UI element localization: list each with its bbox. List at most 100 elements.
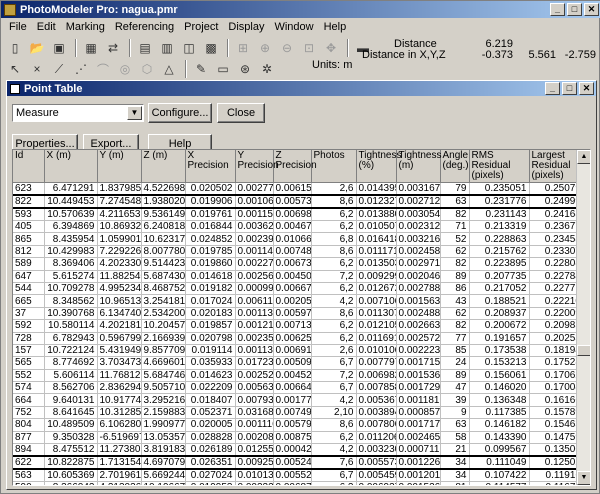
table-row[interactable]: 8948.47551211.2738073.8191830.0261890.01… bbox=[13, 443, 590, 457]
measure-distance-icon[interactable]: ▭ bbox=[213, 60, 233, 78]
zoom-in-icon[interactable]: ⊕ bbox=[255, 39, 275, 57]
open-folder-icon[interactable]: 📂 bbox=[27, 39, 47, 57]
table-cell: 0.001536 bbox=[396, 369, 441, 383]
table-row[interactable]: 593 10.570639 4.211653 9.536149 0.019761 0.00… bbox=[13, 208, 590, 221]
table-row[interactable]: 5525.60611411.7681275.6847460.0146230.00… bbox=[13, 369, 590, 383]
table-cell: 0.146020 bbox=[469, 381, 530, 395]
table-row[interactable]: 563 10.605369 2.701961 5.669244 0.027024 0.01… bbox=[13, 469, 590, 483]
table-row[interactable]: 623 6.471291 1.837985 4.522698 0.020502 0.002… bbox=[13, 182, 590, 196]
column-header[interactable]: Angle (deg.) bbox=[440, 150, 470, 183]
table-row[interactable]: 6475.61527411.8825405.6874300.0146180.00… bbox=[13, 270, 590, 283]
scroll-thumb[interactable] bbox=[577, 345, 590, 356]
table-row[interactable]: 6658.34856210.9651363.2541810.0170240.00… bbox=[13, 294, 590, 308]
column-header[interactable]: Y (m) bbox=[97, 150, 142, 183]
table-row[interactable]: 622 10.822875 1.713154 4.697079 0.026351 0.00… bbox=[13, 455, 590, 471]
reference-icon[interactable]: ✎ bbox=[191, 60, 211, 78]
scroll-up-icon[interactable]: ▲ bbox=[577, 150, 590, 164]
table-row[interactable]: 4056.39486910.8693256.2408180.0168440.00… bbox=[13, 220, 590, 234]
table-row[interactable]: 544 10.709278 4.995234 8.468752 0.019182 0.00… bbox=[13, 282, 590, 296]
point-compare-icon[interactable]: ⇄ bbox=[103, 39, 123, 57]
column-header[interactable]: Photos bbox=[311, 150, 357, 183]
table-row[interactable]: 8779.350328-6.51969713.0535720.0288280.0… bbox=[13, 431, 590, 445]
column-header[interactable]: Z (m) bbox=[141, 150, 186, 183]
table-cell: 0.002050 bbox=[273, 294, 312, 308]
table-cell: 622 bbox=[13, 455, 45, 471]
triangle-mark-icon[interactable]: △ bbox=[159, 60, 179, 78]
table-cell: 10.965136 bbox=[97, 294, 142, 308]
scroll-down-icon[interactable]: ▼ bbox=[577, 471, 590, 485]
table-cell: 563 bbox=[13, 469, 45, 483]
table-cell: 0.019906 bbox=[185, 194, 236, 209]
menu-referencing[interactable]: Referencing bbox=[110, 21, 179, 33]
curve-mark-icon[interactable]: ⌒ bbox=[93, 60, 113, 78]
table-cell: 0.004507 bbox=[273, 270, 312, 283]
table-row[interactable]: 5908.3660424.21303610.1966700.0199530.00… bbox=[13, 481, 590, 485]
table-row[interactable]: 7528.64164510.3128502.1598830.0523710.03… bbox=[13, 406, 590, 420]
vertical-scrollbar[interactable]: ▲ ▼ bbox=[576, 150, 590, 485]
table-row[interactable]: 812 10.429983 7.229226 8.007780 0.019785 0.00… bbox=[13, 245, 590, 259]
table-row[interactable]: 59210.5801144.20218110.2045700.0198570.0… bbox=[13, 319, 590, 333]
column-header[interactable]: Z Precision bbox=[273, 150, 317, 183]
table-row[interactable]: 728 6.782943 0.596799 2.166939 0.020798 0.002… bbox=[13, 332, 590, 345]
table-row[interactable]: 589 8.369406 4.202330 9.514423 0.019860 0.002… bbox=[13, 257, 590, 271]
table-row[interactable]: 822 10.449453 7.274548 1.938020 0.019906 0.00… bbox=[13, 194, 590, 209]
edge-mark-icon[interactable]: ⋰ bbox=[71, 60, 91, 78]
close-button[interactable]: Close bbox=[217, 103, 265, 123]
cylinder-mark-icon[interactable]: ◎ bbox=[115, 60, 135, 78]
line-mark-icon[interactable]: ⟋ bbox=[49, 60, 69, 78]
select-arrow-icon[interactable]: ↖ bbox=[5, 60, 25, 78]
menu-window[interactable]: Window bbox=[269, 21, 318, 33]
zoom-out-icon[interactable]: ⊖ bbox=[277, 39, 297, 57]
menu-marking[interactable]: Marking bbox=[61, 21, 110, 33]
column-header[interactable]: Id bbox=[13, 150, 45, 183]
chevron-down-icon[interactable]: ▼ bbox=[127, 106, 142, 120]
column-header[interactable]: X Precision bbox=[185, 150, 236, 183]
table-row[interactable]: 565 8.774692 3.703473 4.669601 0.035933 0.017… bbox=[13, 356, 590, 370]
menu-edit[interactable]: Edit bbox=[32, 21, 61, 33]
process-icon[interactable]: ▩ bbox=[201, 39, 221, 57]
table-cell: 9.857709 bbox=[141, 344, 186, 358]
column-header[interactable]: Y Precision bbox=[235, 150, 279, 183]
table-cell: 82 bbox=[440, 257, 470, 271]
pt-minimize-button[interactable]: _ bbox=[545, 82, 560, 95]
table-row[interactable]: 574 8.562706 2.836294 9.505710 0.022209 0.005… bbox=[13, 381, 590, 395]
pt-maximize-button[interactable]: □ bbox=[562, 82, 577, 95]
menu-help[interactable]: Help bbox=[319, 21, 352, 33]
surface-mark-icon[interactable]: ⬡ bbox=[137, 60, 157, 78]
table-cell: 0.117385 bbox=[469, 406, 530, 420]
maximize-button[interactable]: □ bbox=[567, 3, 582, 16]
table-cell: 0.005247 bbox=[273, 455, 312, 471]
target-icon[interactable]: ⊛ bbox=[235, 60, 255, 78]
minimize-button[interactable]: _ bbox=[550, 3, 565, 16]
menu-project[interactable]: Project bbox=[179, 21, 223, 33]
table-cell: 0.007936 bbox=[235, 393, 274, 407]
save-icon[interactable]: ▣ bbox=[49, 39, 69, 57]
mode-select[interactable]: Measure ▼ bbox=[12, 104, 144, 122]
menu-display[interactable]: Display bbox=[223, 21, 269, 33]
point-grid[interactable]: Id X (m) Y (m) Z (m) X Precision Y Precision Z… bbox=[12, 149, 591, 486]
column-header[interactable]: Tightness (m) bbox=[396, 150, 441, 183]
menu-file[interactable]: File bbox=[4, 21, 32, 33]
photo-view-icon[interactable]: ▤ bbox=[135, 39, 155, 57]
table-row[interactable]: 157 10.722124 5.431949 9.857709 0.019114 0.00… bbox=[13, 344, 590, 358]
pt-close-button[interactable]: ✕ bbox=[579, 82, 594, 95]
table-view-icon[interactable]: ▥ bbox=[157, 39, 177, 57]
column-header[interactable]: Tightness (%) bbox=[356, 150, 401, 183]
close-window-button[interactable]: ✕ bbox=[584, 3, 599, 16]
table-cell: 0.027024 bbox=[185, 469, 236, 483]
table-row[interactable]: 8658.4359541.05990110.6231750.0248520.00… bbox=[13, 232, 590, 246]
point-mark-icon[interactable]: × bbox=[27, 60, 47, 78]
zoom-fit-icon[interactable]: ⊞ bbox=[233, 39, 253, 57]
table-row[interactable]: 6649.64013110.9177403.2952160.0184070.00… bbox=[13, 393, 590, 407]
table-row[interactable]: 37 10.390768 6.134740 2.534200 0.020183 0.001… bbox=[13, 307, 590, 321]
photos-table-icon[interactable]: ▦ bbox=[81, 39, 101, 57]
configure-button[interactable]: Configure... bbox=[148, 103, 212, 123]
table-row[interactable]: 804 10.489509 6.106280 1.990977 0.020005 0.00… bbox=[13, 418, 590, 432]
table-cell: 0.009299 bbox=[356, 270, 397, 283]
3d-view-icon[interactable]: ◫ bbox=[179, 39, 199, 57]
column-header[interactable]: RMS Residual (pixels) bbox=[469, 150, 530, 183]
new-file-icon[interactable]: ▯ bbox=[5, 39, 25, 57]
settings-icon[interactable]: ✲ bbox=[257, 60, 277, 78]
column-header[interactable]: X (m) bbox=[44, 150, 98, 183]
point-table-window: Point Table _ □ ✕ Measure ▼ Configure...… bbox=[6, 80, 597, 490]
